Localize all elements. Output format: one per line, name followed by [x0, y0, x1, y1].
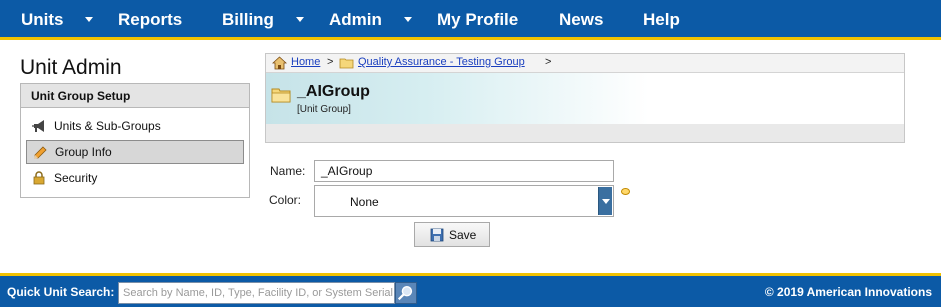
pencil-icon [34, 146, 47, 159]
nav-admin[interactable]: Admin [329, 0, 382, 40]
quick-search-input[interactable] [118, 282, 395, 304]
nav-billing[interactable]: Billing [222, 0, 274, 40]
sidebar-item-label: Security [54, 171, 98, 185]
nav-reports[interactable]: Reports [118, 0, 182, 40]
chevron-down-icon[interactable] [598, 187, 612, 215]
breadcrumb-home-link[interactable]: Home [291, 56, 320, 68]
search-button[interactable] [395, 282, 417, 304]
group-header-panel: Home > Quality Assurance - Testing Group… [265, 53, 905, 143]
search-icon [397, 285, 413, 301]
save-button[interactable]: Save [414, 222, 490, 247]
nav-help[interactable]: Help [643, 0, 680, 40]
folder-icon [271, 88, 291, 103]
nav-my-profile[interactable]: My Profile [437, 0, 518, 40]
floppy-disk-icon [430, 228, 444, 242]
copyright-text: © 2019 American Innovations [764, 285, 932, 299]
sidebar-item-units-sub-groups[interactable]: Units & Sub-Groups [26, 114, 244, 138]
sidebar-item-group-info[interactable]: Group Info [26, 140, 244, 164]
group-title: _AIGroup [297, 83, 370, 100]
megaphone-icon [32, 120, 44, 132]
quick-search-label: Quick Unit Search: [7, 285, 115, 299]
color-label: Color: [269, 193, 302, 207]
billing-dropdown-caret-icon[interactable] [296, 17, 304, 22]
home-icon[interactable] [272, 56, 287, 70]
color-select-value: None [350, 195, 379, 209]
page-title: Unit Admin [20, 56, 122, 79]
footer-bar: Quick Unit Search: © 2019 American Innov… [0, 273, 941, 307]
group-type-label: [Unit Group] [297, 104, 351, 115]
nav-news[interactable]: News [559, 0, 603, 40]
folder-icon [339, 58, 354, 69]
comment-icon[interactable] [621, 188, 630, 195]
sidebar-item-label: Units & Sub-Groups [54, 119, 161, 133]
breadcrumb-separator: > [545, 56, 552, 68]
name-label: Name: [270, 164, 306, 178]
lock-icon [33, 171, 45, 185]
admin-dropdown-caret-icon[interactable] [404, 17, 412, 22]
breadcrumb-group-link[interactable]: Quality Assurance - Testing Group [358, 56, 525, 68]
breadcrumb: Home > Quality Assurance - Testing Group… [266, 54, 904, 73]
units-dropdown-caret-icon[interactable] [85, 17, 93, 22]
sidebar-item-label: Group Info [55, 145, 112, 159]
group-header-band: _AIGroup [Unit Group] [266, 73, 904, 124]
nav-units[interactable]: Units [21, 0, 64, 40]
breadcrumb-separator: > [327, 56, 334, 68]
save-button-label: Save [449, 228, 477, 242]
top-nav-bar: Units Reports Billing Admin My Profile N… [0, 0, 941, 40]
sidebar-section-title: Unit Group Setup [21, 84, 249, 108]
name-input[interactable]: _AIGroup [314, 160, 614, 182]
color-select[interactable]: None [314, 185, 614, 217]
sidebar-panel: Unit Group Setup Units & Sub-Groups Grou… [20, 83, 250, 198]
sidebar-item-security[interactable]: Security [26, 166, 244, 190]
